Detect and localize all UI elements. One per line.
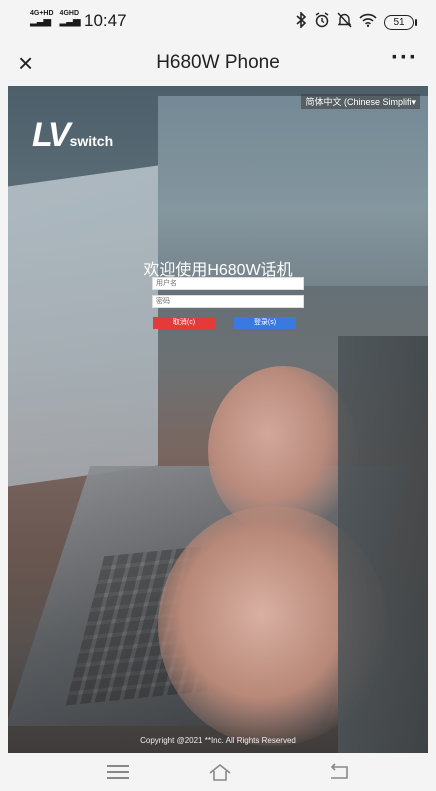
brand-logo: LV switch [32, 116, 114, 155]
status-bar: 4G+HD ▂▃▅ 4GHD ▂▃▅ 10:47 51 [0, 0, 436, 42]
battery-icon: 51 [384, 14, 417, 30]
back-icon[interactable] [326, 761, 352, 783]
copyright-text: Copyright @2021 **Inc. All Rights Reserv… [140, 736, 296, 745]
signal-group: 4G+HD ▂▃▅ 4GHD ▂▃▅ [30, 10, 81, 27]
bluetooth-icon [295, 11, 307, 32]
cancel-button[interactable]: 取消(c) [153, 317, 215, 329]
login-button[interactable]: 登录(s) [234, 317, 296, 329]
webview-content: 简体中文 (Chinese Simplifi▾ LV switch 欢迎使用H68… [8, 86, 428, 753]
clock: 10:47 [84, 11, 127, 30]
alarm-icon [314, 12, 330, 32]
page-title: H680W Phone [156, 52, 280, 73]
background-image-sleeve [338, 336, 428, 753]
app-header: × H680W Phone ··· [0, 42, 436, 86]
signal-1: 4G+HD ▂▃▅ [30, 10, 54, 27]
language-select[interactable]: 简体中文 (Chinese Simplifi▾ [301, 94, 420, 109]
signal-bars-icon: ▂▃▅ [59, 16, 81, 27]
wifi-icon [359, 13, 377, 31]
more-options-button[interactable]: ··· [391, 44, 418, 72]
password-input[interactable] [152, 295, 304, 308]
background-image-screen [8, 165, 158, 487]
signal-2: 4GHD ▂▃▅ [59, 10, 81, 27]
logo-switch: switch [69, 133, 114, 149]
username-input[interactable] [152, 277, 304, 290]
system-navigation-bar [0, 753, 436, 791]
status-icons: 51 [295, 11, 417, 32]
logo-lv: LV [32, 116, 71, 154]
mute-icon [337, 12, 352, 32]
menu-icon[interactable] [105, 761, 131, 783]
signal-bars-icon: ▂▃▅ [30, 16, 51, 27]
home-icon[interactable] [207, 761, 233, 783]
